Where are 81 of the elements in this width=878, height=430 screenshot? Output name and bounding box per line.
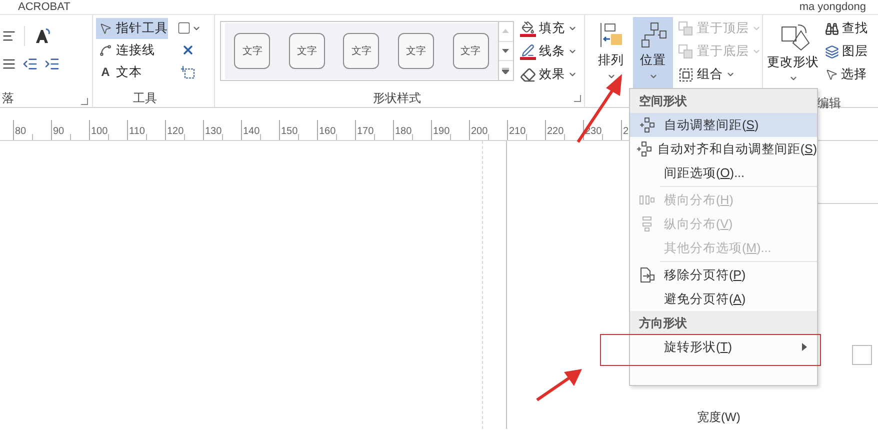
pointer-icon bbox=[99, 22, 112, 34]
page-break-icon bbox=[639, 267, 655, 283]
ruler-label: 130 bbox=[204, 126, 222, 139]
field-label: 宽度(W) bbox=[697, 410, 740, 424]
edit-button[interactable]: 图层 bbox=[825, 40, 868, 63]
menu-header: 空间形状 bbox=[630, 89, 817, 113]
tool-button[interactable]: 指针工具 bbox=[96, 18, 168, 38]
caret-icon bbox=[752, 47, 761, 56]
edit-button[interactable]: 选择 bbox=[825, 63, 868, 86]
dialog-launcher-icon[interactable] bbox=[81, 98, 88, 105]
ruler-label: 2 bbox=[622, 126, 629, 139]
ruler-label: 210 bbox=[508, 126, 526, 139]
fill-icon bbox=[520, 20, 536, 36]
menu-item[interactable]: 间距选项(O)... bbox=[630, 161, 817, 185]
edit-button[interactable]: 查找 bbox=[825, 17, 868, 40]
style-thumbnail[interactable]: 文字 bbox=[452, 33, 489, 69]
connector-icon bbox=[99, 44, 112, 56]
ruler-label: 200 bbox=[470, 126, 488, 139]
format-button[interactable]: 线条 bbox=[520, 40, 577, 63]
tab-title[interactable]: ACROBAT bbox=[18, 0, 70, 14]
spacing-icon bbox=[639, 117, 655, 133]
caret-icon bbox=[726, 70, 735, 79]
ruler-label: 180 bbox=[394, 126, 412, 139]
change-shape-button[interactable]: 更改形状 bbox=[767, 17, 819, 91]
ruler-label: 190 bbox=[432, 126, 450, 139]
menu-item[interactable]: 旋转形状(T) bbox=[630, 335, 817, 359]
ruler-label: 220 bbox=[546, 126, 564, 139]
layers-icon bbox=[825, 44, 839, 58]
ruler-label: 170 bbox=[356, 126, 374, 139]
position-icon bbox=[639, 21, 667, 49]
effects-icon bbox=[520, 66, 536, 82]
align-icon[interactable] bbox=[2, 29, 16, 43]
indent-increase-icon[interactable] bbox=[44, 56, 60, 72]
ruler-label: 90 bbox=[52, 126, 64, 139]
scroll-down-icon[interactable] bbox=[498, 40, 513, 62]
style-thumbnail[interactable]: 文字 bbox=[398, 33, 434, 69]
user-name[interactable]: ma yongdong bbox=[799, 0, 866, 14]
rectangle-icon[interactable] bbox=[176, 21, 192, 35]
group-label: 编辑 bbox=[817, 96, 841, 110]
ruler-label: 160 bbox=[318, 126, 336, 139]
style-thumbnail[interactable]: 文字 bbox=[234, 33, 270, 69]
menu-item[interactable]: 自动调整间距(S) bbox=[630, 113, 817, 137]
ruler-label: 140 bbox=[242, 126, 260, 139]
indent-decrease-icon[interactable] bbox=[22, 56, 38, 72]
arrange-button[interactable]: 位置 bbox=[633, 17, 673, 91]
caret-icon bbox=[568, 24, 577, 33]
group-label: 形状样式 bbox=[373, 91, 421, 105]
caret-icon bbox=[568, 70, 577, 79]
align-spacing-icon bbox=[636, 141, 652, 157]
style-thumbnail[interactable]: 文字 bbox=[343, 33, 380, 69]
menu-header: 方向形状 bbox=[630, 311, 817, 335]
tool-button[interactable]: 连接线 bbox=[96, 40, 168, 60]
group-label: 工具 bbox=[133, 91, 157, 105]
caret-icon bbox=[568, 47, 577, 56]
order-button[interactable]: 组合 bbox=[678, 63, 761, 86]
dialog-launcher-icon[interactable] bbox=[574, 95, 581, 102]
binoculars-icon bbox=[825, 22, 839, 36]
delete-icon[interactable] bbox=[181, 43, 195, 57]
tool-button[interactable]: A 文本 bbox=[96, 62, 168, 82]
layer-order-icon bbox=[678, 44, 694, 60]
pointer-icon bbox=[825, 68, 838, 81]
caret-icon bbox=[752, 24, 761, 33]
menu-item[interactable]: 自动对齐和自动调整间距(S) bbox=[630, 137, 817, 161]
ruler-label: 80 bbox=[14, 126, 26, 139]
arrange-button[interactable]: 排列 bbox=[591, 17, 631, 91]
annotation-arrow bbox=[534, 366, 584, 404]
group-label: 落 bbox=[2, 91, 14, 105]
group-icon bbox=[678, 66, 694, 82]
style-thumbnail[interactable]: 文字 bbox=[288, 33, 325, 69]
format-button[interactable]: 效果 bbox=[520, 63, 577, 86]
line-icon bbox=[520, 44, 536, 60]
layer-order-icon bbox=[678, 20, 694, 36]
menu-item[interactable]: 移除分页符(P) bbox=[630, 263, 817, 287]
menu-item[interactable]: 避免分页符(A) bbox=[630, 287, 817, 311]
font-rotate-icon bbox=[33, 27, 51, 45]
ruler-label: 150 bbox=[280, 126, 298, 139]
format-button[interactable]: 填充 bbox=[520, 17, 577, 40]
crop-icon bbox=[180, 64, 196, 80]
ruler-label: 120 bbox=[166, 126, 184, 139]
ruler-label: 100 bbox=[90, 126, 108, 139]
ruler-label: 110 bbox=[128, 126, 145, 139]
